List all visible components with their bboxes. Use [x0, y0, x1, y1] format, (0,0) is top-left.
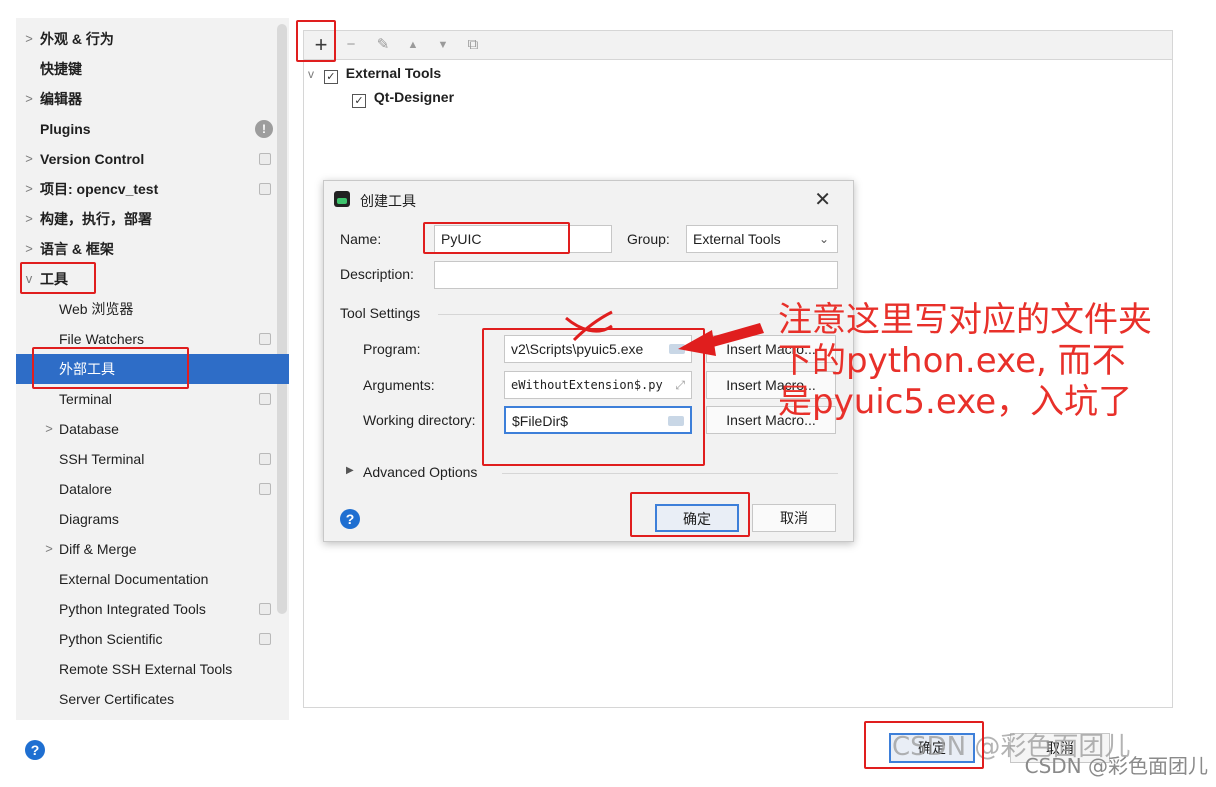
annotation-cross-mark — [565, 310, 613, 342]
watermark: CSDN @彩色面团儿 — [1024, 754, 1208, 778]
annotation-note: 注意这里写对应的文件夹下的python.exe, 而不是pyuic5.exe，入… — [778, 300, 1152, 422]
annotation-arrowhead — [678, 330, 716, 356]
